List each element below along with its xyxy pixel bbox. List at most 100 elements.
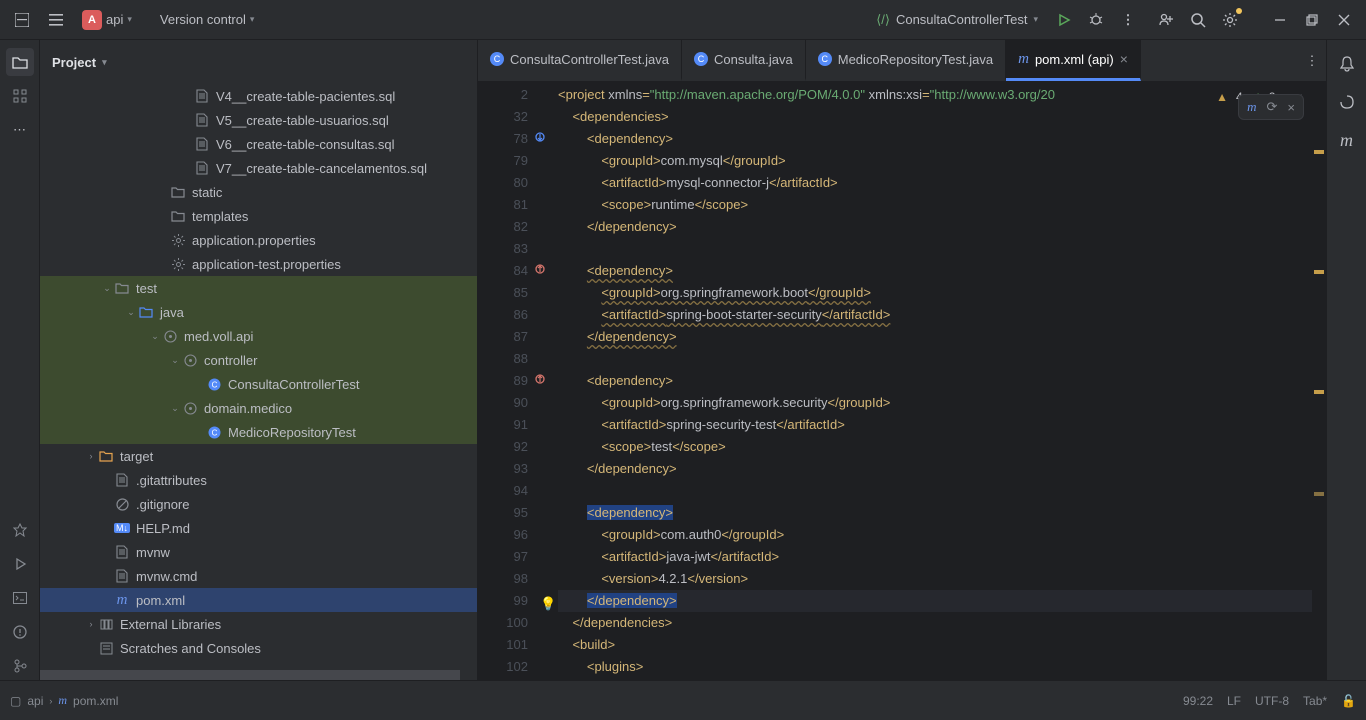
run-button[interactable] <box>1050 6 1078 34</box>
minimize-button[interactable] <box>1266 6 1294 34</box>
more-tool-icon[interactable]: ⋯ <box>6 116 34 144</box>
tree-row[interactable]: templates <box>40 204 477 228</box>
tree-item-label: controller <box>204 353 257 368</box>
breadcrumb-file[interactable]: pom.xml <box>73 694 118 708</box>
tree-item-icon <box>162 328 178 344</box>
tree-item-label: java <box>160 305 184 320</box>
tree-item-icon <box>114 496 130 512</box>
code-editor[interactable]: 2327879808182838485868788899091929394959… <box>478 82 1326 680</box>
more-actions-icon[interactable]: ⋮ <box>1114 6 1142 34</box>
tree-row[interactable]: Scratches and Consoles <box>40 636 477 660</box>
tab-label: MedicoRepositoryTest.java <box>838 52 993 67</box>
tree-row[interactable]: application-test.properties <box>40 252 477 276</box>
tree-item-icon <box>194 88 210 104</box>
tree-row[interactable]: .gitignore <box>40 492 477 516</box>
tree-horizontal-scrollbar[interactable] <box>40 670 477 680</box>
run-tool-icon[interactable] <box>6 550 34 578</box>
ai-floating-widget[interactable]: m ⟳ × <box>1238 94 1304 120</box>
cursor-position[interactable]: 99:22 <box>1183 694 1213 708</box>
hamburger-icon[interactable] <box>42 6 70 34</box>
tree-item-label: target <box>120 449 153 464</box>
editor-tab[interactable]: CConsulta.java <box>682 40 806 81</box>
bookmarks-tool-icon[interactable] <box>6 516 34 544</box>
problems-tool-icon[interactable] <box>6 618 34 646</box>
tree-row[interactable]: ⌄java <box>40 300 477 324</box>
maximize-button[interactable] <box>1298 6 1326 34</box>
tree-row[interactable]: .gitattributes <box>40 468 477 492</box>
project-selector[interactable]: A api ▾ <box>76 6 138 34</box>
editor-minimap[interactable] <box>1312 82 1326 680</box>
class-icon: C <box>694 52 708 66</box>
tree-row[interactable]: M↓HELP.md <box>40 516 477 540</box>
run-debug-icon: ⟨/⟩ <box>876 12 890 28</box>
close-icon[interactable]: × <box>1120 51 1128 67</box>
editor-tab[interactable]: mpom.xml (api)× <box>1006 40 1141 81</box>
tab-more-icon[interactable]: ⋮ <box>1298 47 1326 75</box>
notifications-icon[interactable] <box>1333 50 1361 78</box>
search-icon[interactable] <box>1184 6 1212 34</box>
tree-item-icon <box>194 136 210 152</box>
tree-item-icon: C <box>206 376 222 392</box>
project-tree[interactable]: V4__create-table-pacientes.sql V5__create… <box>40 84 477 680</box>
tree-row[interactable]: V6__create-table-consultas.sql <box>40 132 477 156</box>
breadcrumb-root[interactable]: api <box>27 694 43 708</box>
tree-item-icon <box>182 400 198 416</box>
tree-item-label: application-test.properties <box>192 257 341 272</box>
tree-row[interactable]: application.properties <box>40 228 477 252</box>
tree-row[interactable]: mpom.xml <box>40 588 477 612</box>
warning-icon: ▲ <box>1216 90 1228 104</box>
tree-item-label: domain.medico <box>204 401 292 416</box>
maven-tool-icon[interactable]: m <box>1333 126 1361 154</box>
debug-button[interactable] <box>1082 6 1110 34</box>
tab-label: pom.xml (api) <box>1035 52 1114 67</box>
tree-row[interactable]: V7__create-table-cancelamentos.sql <box>40 156 477 180</box>
editor-tab[interactable]: CConsultaControllerTest.java <box>478 40 682 81</box>
tree-item-label: .gitignore <box>136 497 189 512</box>
tree-row[interactable]: ›External Libraries <box>40 612 477 636</box>
structure-tool-icon[interactable] <box>6 82 34 110</box>
tree-row[interactable]: mvnw.cmd <box>40 564 477 588</box>
tree-row[interactable]: ⌄test <box>40 276 477 300</box>
settings-icon[interactable] <box>1216 6 1244 34</box>
tree-item-label: .gitattributes <box>136 473 207 488</box>
tree-item-label: templates <box>192 209 248 224</box>
tree-item-label: static <box>192 185 222 200</box>
editor-tab[interactable]: CMedicoRepositoryTest.java <box>806 40 1006 81</box>
vcs-dropdown[interactable]: Version control ▾ <box>154 8 261 31</box>
readonly-icon[interactable]: 🔓 <box>1341 694 1356 708</box>
terminal-tool-icon[interactable] <box>6 584 34 612</box>
project-tool-icon[interactable] <box>6 48 34 76</box>
file-encoding[interactable]: UTF-8 <box>1255 694 1289 708</box>
refresh-icon[interactable]: ⟳ <box>1267 99 1278 115</box>
left-toolbar: ⋯ <box>0 40 40 680</box>
close-button[interactable] <box>1330 6 1358 34</box>
tree-row[interactable]: V4__create-table-pacientes.sql <box>40 84 477 108</box>
top-bar: A api ▾ Version control ▾ ⟨/⟩ ConsultaCo… <box>0 0 1366 40</box>
tree-item-icon <box>170 208 186 224</box>
code-with-me-icon[interactable] <box>1152 6 1180 34</box>
code-content[interactable]: <project xmlns="http://maven.apache.org/… <box>536 82 1312 680</box>
main-menu-icon[interactable] <box>8 6 36 34</box>
tree-row[interactable]: CConsultaControllerTest <box>40 372 477 396</box>
run-config-selector[interactable]: ⟨/⟩ ConsultaControllerTest ▾ <box>868 8 1046 32</box>
tree-item-icon <box>114 544 130 560</box>
tree-row[interactable]: CMedicoRepositoryTest <box>40 420 477 444</box>
nav-folder-icon: ▢ <box>10 694 21 708</box>
tree-item-label: HELP.md <box>136 521 190 536</box>
tree-row[interactable]: V5__create-table-usuarios.sql <box>40 108 477 132</box>
line-separator[interactable]: LF <box>1227 694 1241 708</box>
tree-row[interactable]: ›target <box>40 444 477 468</box>
vcs-tool-icon[interactable] <box>6 652 34 680</box>
tree-row[interactable]: mvnw <box>40 540 477 564</box>
ai-assistant-icon[interactable] <box>1333 88 1361 116</box>
tree-item-icon <box>182 352 198 368</box>
tree-item-label: V5__create-table-usuarios.sql <box>216 113 389 128</box>
tree-item-icon <box>114 568 130 584</box>
close-icon[interactable]: × <box>1287 100 1295 115</box>
tree-row[interactable]: static <box>40 180 477 204</box>
tree-row[interactable]: ⌄domain.medico <box>40 396 477 420</box>
project-panel-header[interactable]: Project ▾ <box>40 40 477 84</box>
tree-row[interactable]: ⌄controller <box>40 348 477 372</box>
indent-setting[interactable]: Tab* <box>1303 694 1327 708</box>
tree-row[interactable]: ⌄med.voll.api <box>40 324 477 348</box>
